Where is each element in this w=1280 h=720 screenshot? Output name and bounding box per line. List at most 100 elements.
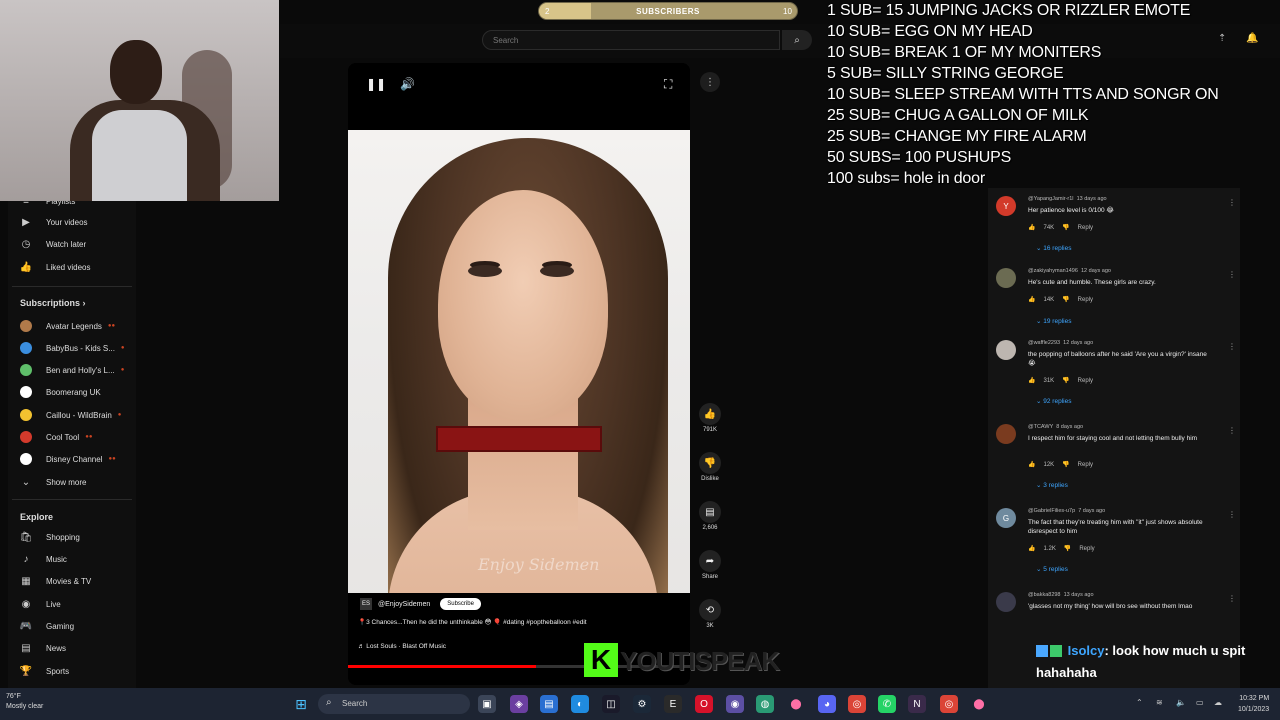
file-explorer-icon[interactable]: ▤ bbox=[540, 695, 558, 713]
more-options-icon[interactable]: ⋮ bbox=[700, 72, 720, 92]
channel-logo[interactable]: ES bbox=[360, 598, 372, 610]
sidebar-item-sports[interactable]: 🏆 Sports bbox=[20, 662, 69, 680]
windows-start-icon[interactable]: ⊞ bbox=[292, 695, 310, 713]
comment-user[interactable]: @bakka8298 bbox=[1028, 592, 1061, 598]
avatar[interactable] bbox=[996, 268, 1016, 288]
view-replies-button[interactable]: ⌄ 92 replies bbox=[1036, 397, 1071, 405]
sidebar-subscription[interactable]: Boomerang UK bbox=[20, 383, 101, 401]
app-icon[interactable]: ◉ bbox=[726, 695, 744, 713]
sidebar-item-gaming[interactable]: 🎮 Gaming bbox=[20, 617, 74, 635]
search-icon[interactable]: ⌕ bbox=[782, 30, 812, 50]
dislike-button[interactable]: 👎 Dislike bbox=[698, 452, 722, 482]
thumbs-down-icon[interactable]: 👎 bbox=[1062, 296, 1069, 303]
view-replies-button[interactable]: ⌄ 3 replies bbox=[1036, 481, 1068, 489]
subscriptions-header[interactable]: Subscriptions › bbox=[20, 298, 86, 308]
reply-button[interactable]: Reply bbox=[1079, 546, 1094, 552]
comment-user[interactable]: @GabrielFilies-u7p bbox=[1028, 508, 1075, 514]
search-input[interactable]: Search bbox=[482, 30, 780, 50]
chrome-icon[interactable]: ◎ bbox=[848, 695, 866, 713]
comment-menu-icon[interactable]: ⋮ bbox=[1228, 198, 1236, 207]
thumbs-down-icon[interactable]: 👎 bbox=[1062, 377, 1069, 384]
volume-icon[interactable]: 🔊 bbox=[400, 77, 415, 91]
thumbs-up-icon[interactable]: 👍 bbox=[1028, 377, 1035, 384]
tray-expand-icon[interactable]: ⌃ bbox=[1136, 698, 1143, 707]
video-frame[interactable]: Enjoy Sidemen bbox=[348, 130, 690, 660]
pause-icon[interactable]: ❚❚ bbox=[366, 77, 386, 91]
comment-user[interactable]: @TCAWY bbox=[1028, 424, 1053, 430]
app-icon[interactable]: ⬤ bbox=[787, 695, 805, 713]
sidebar-item-news[interactable]: ▤ News bbox=[20, 639, 66, 657]
thumbs-down-icon[interactable]: 👎 bbox=[1062, 224, 1069, 231]
avatar[interactable] bbox=[996, 424, 1016, 444]
edge-icon[interactable]: ◐ bbox=[571, 695, 589, 713]
speaker-icon[interactable]: 🔈 bbox=[1176, 698, 1186, 707]
shorts-player[interactable]: ❚❚ 🔊 ⛶ Enjoy Sidemen ES @EnjoySidemen Su… bbox=[348, 63, 690, 685]
sidebar-subscription[interactable]: BabyBus - Kids S... ● bbox=[20, 339, 125, 357]
thumbs-up-icon[interactable]: 👍 bbox=[1028, 545, 1035, 552]
steam-icon[interactable]: ⚙ bbox=[633, 695, 651, 713]
avatar[interactable] bbox=[996, 592, 1016, 612]
sidebar-item-liked-videos[interactable]: 👍 Liked videos bbox=[20, 258, 91, 276]
epic-games-icon[interactable]: E bbox=[664, 695, 682, 713]
like-button[interactable]: 👍 791K bbox=[698, 403, 722, 433]
chrome-icon[interactable]: ◎ bbox=[940, 695, 958, 713]
copilot-icon[interactable]: ◈ bbox=[510, 695, 528, 713]
show-more-button[interactable]: ⌄ Show more bbox=[20, 473, 87, 491]
short-music[interactable]: ♬ Lost Souls · Blast Off Music bbox=[358, 643, 446, 650]
reply-button[interactable]: Reply bbox=[1078, 297, 1093, 303]
view-replies-button[interactable]: ⌄ 5 replies bbox=[1036, 565, 1068, 573]
app-icon[interactable]: N bbox=[908, 695, 926, 713]
reply-button[interactable]: Reply bbox=[1078, 378, 1093, 384]
sidebar-subscription[interactable]: Avatar Legends ●● bbox=[20, 317, 115, 335]
avatar[interactable]: Y bbox=[996, 196, 1016, 216]
remix-button[interactable]: ⟲ 3K bbox=[698, 599, 722, 629]
comment-menu-icon[interactable]: ⋮ bbox=[1228, 342, 1236, 351]
thumbs-up-icon[interactable]: 👍 bbox=[1028, 461, 1035, 468]
channel-name[interactable]: @EnjoySidemen bbox=[378, 601, 430, 608]
avatar[interactable] bbox=[996, 340, 1016, 360]
sidebar-item-music[interactable]: ♪ Music bbox=[20, 550, 67, 568]
sidebar-item-watch-later[interactable]: ◷ Watch later bbox=[20, 235, 87, 253]
store-icon[interactable]: ◫ bbox=[602, 695, 620, 713]
view-replies-button[interactable]: ⌄ 19 replies bbox=[1036, 317, 1071, 325]
sidebar-subscription[interactable]: Caillou - WildBrain ● bbox=[20, 406, 121, 424]
thumbs-up-icon[interactable]: 👍 bbox=[1028, 296, 1035, 303]
battery-icon[interactable]: ▭ bbox=[1196, 698, 1204, 707]
task-view-icon[interactable]: ▣ bbox=[478, 695, 496, 713]
comment-menu-icon[interactable]: ⋮ bbox=[1228, 426, 1236, 435]
subscribe-button[interactable]: Subscribe bbox=[440, 598, 481, 610]
reply-button[interactable]: Reply bbox=[1078, 225, 1093, 231]
fullscreen-icon[interactable]: ⛶ bbox=[664, 77, 672, 92]
opera-icon[interactable]: O bbox=[695, 695, 713, 713]
sidebar-subscription[interactable]: Cool Tool ●● bbox=[20, 428, 92, 446]
reply-button[interactable]: Reply bbox=[1078, 462, 1093, 468]
wifi-icon[interactable]: ≋ bbox=[1156, 698, 1163, 707]
sidebar-subscription[interactable]: Disney Channel ●● bbox=[20, 450, 116, 468]
view-replies-button[interactable]: ⌄ 16 replies bbox=[1036, 244, 1071, 252]
discord-icon[interactable]: ◕ bbox=[818, 695, 836, 713]
comments-button[interactable]: ▤ 2,606 bbox=[698, 501, 722, 531]
sidebar-item-movies[interactable]: ▦ Movies & TV bbox=[20, 572, 91, 590]
app-icon[interactable]: ◍ bbox=[756, 695, 774, 713]
cloud-icon[interactable]: ☁ bbox=[1214, 698, 1222, 707]
comment-menu-icon[interactable]: ⋮ bbox=[1228, 594, 1236, 603]
thumbs-down-icon[interactable]: 👎 bbox=[1064, 545, 1071, 552]
sidebar-subscription[interactable]: Ben and Holly's L... ● bbox=[20, 361, 124, 379]
thumbs-down-icon[interactable]: 👎 bbox=[1062, 461, 1069, 468]
taskbar-clock[interactable]: 10:32 PM 10/1/2023 bbox=[1238, 693, 1269, 715]
thumbs-up-icon[interactable]: 👍 bbox=[1028, 224, 1035, 231]
comment-menu-icon[interactable]: ⋮ bbox=[1228, 510, 1236, 519]
comment-user[interactable]: @YapangJamir-r1l bbox=[1028, 196, 1074, 202]
sidebar-item-live[interactable]: ◉ Live bbox=[20, 595, 61, 613]
sidebar-item-shopping[interactable]: 🛍 Shopping bbox=[20, 528, 80, 546]
share-button[interactable]: ➦ Share bbox=[698, 550, 722, 580]
comment-menu-icon[interactable]: ⋮ bbox=[1228, 270, 1236, 279]
whatsapp-icon[interactable]: ✆ bbox=[878, 695, 896, 713]
sidebar-item-your-videos[interactable]: ▶ Your videos bbox=[20, 213, 87, 231]
comment-user[interactable]: @waffle2293 bbox=[1028, 340, 1060, 346]
app-icon[interactable]: ⬤ bbox=[970, 695, 988, 713]
avatar[interactable]: G bbox=[996, 508, 1016, 528]
comment-user[interactable]: @zakiyahyman1496 bbox=[1028, 268, 1078, 274]
weather-widget[interactable]: 76°F Mostly clear bbox=[6, 692, 43, 712]
taskbar-search-input[interactable]: Search bbox=[318, 694, 470, 714]
